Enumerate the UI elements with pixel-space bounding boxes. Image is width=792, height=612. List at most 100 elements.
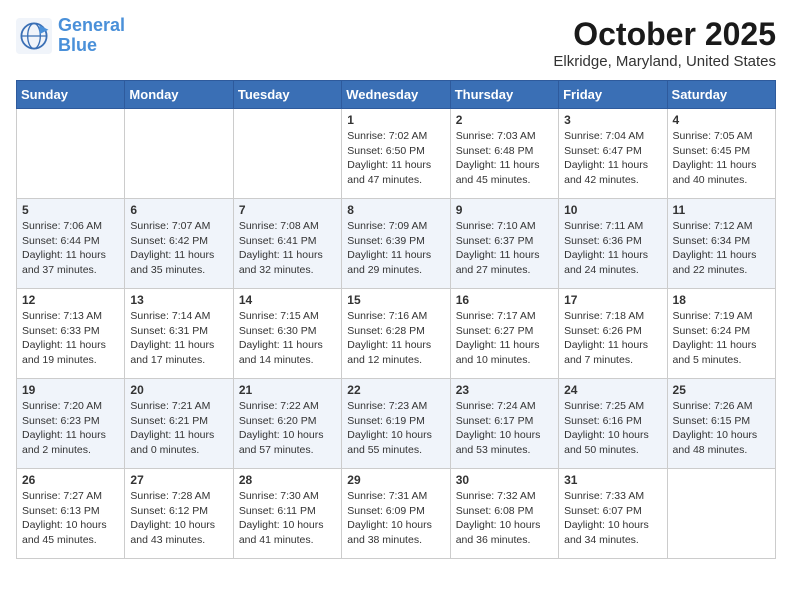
day-number: 9 [456, 203, 553, 217]
logo-text: General Blue [58, 16, 125, 56]
day-info: Sunrise: 7:16 AM Sunset: 6:28 PM Dayligh… [347, 309, 444, 368]
day-number: 22 [347, 383, 444, 397]
calendar-cell: 14 Sunrise: 7:15 AM Sunset: 6:30 PM Dayli… [233, 289, 341, 379]
calendar-cell: 27 Sunrise: 7:28 AM Sunset: 6:12 PM Dayli… [125, 469, 233, 559]
calendar-cell: 19 Sunrise: 7:20 AM Sunset: 6:23 PM Dayli… [17, 379, 125, 469]
day-number: 31 [564, 473, 661, 487]
day-info: Sunrise: 7:20 AM Sunset: 6:23 PM Dayligh… [22, 399, 119, 458]
day-number: 19 [22, 383, 119, 397]
day-number: 11 [673, 203, 770, 217]
calendar-cell: 11 Sunrise: 7:12 AM Sunset: 6:34 PM Dayli… [667, 199, 775, 289]
day-number: 21 [239, 383, 336, 397]
calendar-week-row: 19 Sunrise: 7:20 AM Sunset: 6:23 PM Dayli… [17, 379, 776, 469]
day-info: Sunrise: 7:33 AM Sunset: 6:07 PM Dayligh… [564, 489, 661, 548]
day-info: Sunrise: 7:04 AM Sunset: 6:47 PM Dayligh… [564, 129, 661, 188]
day-number: 2 [456, 113, 553, 127]
calendar-cell [17, 109, 125, 199]
day-info: Sunrise: 7:18 AM Sunset: 6:26 PM Dayligh… [564, 309, 661, 368]
calendar-cell: 16Sunrise: 7:17 AM Sunset: 6:27 PM Dayli… [450, 289, 558, 379]
day-number: 12 [22, 293, 119, 307]
calendar-cell: 7 Sunrise: 7:08 AM Sunset: 6:41 PM Daylig… [233, 199, 341, 289]
day-number: 18 [673, 293, 770, 307]
day-number: 5 [22, 203, 119, 217]
calendar-cell: 1Sunrise: 7:02 AM Sunset: 6:50 PM Daylig… [342, 109, 450, 199]
calendar-cell: 8Sunrise: 7:09 AM Sunset: 6:39 PM Daylig… [342, 199, 450, 289]
calendar-cell: 12 Sunrise: 7:13 AM Sunset: 6:33 PM Dayli… [17, 289, 125, 379]
day-info: Sunrise: 7:32 AM Sunset: 6:08 PM Dayligh… [456, 489, 553, 548]
day-info: Sunrise: 7:30 AM Sunset: 6:11 PM Dayligh… [239, 489, 336, 548]
calendar-week-row: 26 Sunrise: 7:27 AM Sunset: 6:13 PM Dayli… [17, 469, 776, 559]
page-header: General Blue October 2025 Elkridge, Mary… [16, 16, 776, 70]
day-number: 15 [347, 293, 444, 307]
day-number: 13 [130, 293, 227, 307]
calendar-cell: 29 Sunrise: 7:31 AM Sunset: 6:09 PM Dayli… [342, 469, 450, 559]
calendar-week-row: 5 Sunrise: 7:06 AM Sunset: 6:44 PM Daylig… [17, 199, 776, 289]
day-info: Sunrise: 7:27 AM Sunset: 6:13 PM Dayligh… [22, 489, 119, 548]
day-info: Sunrise: 7:24 AM Sunset: 6:17 PM Dayligh… [456, 399, 553, 458]
day-number: 26 [22, 473, 119, 487]
day-info: Sunrise: 7:14 AM Sunset: 6:31 PM Dayligh… [130, 309, 227, 368]
title-block: October 2025 Elkridge, Maryland, United … [553, 16, 776, 70]
day-number: 6 [130, 203, 227, 217]
weekday-header-row: SundayMondayTuesdayWednesdayThursdayFrid… [17, 81, 776, 109]
day-number: 7 [239, 203, 336, 217]
day-number: 23 [456, 383, 553, 397]
calendar-cell: 13 Sunrise: 7:14 AM Sunset: 6:31 PM Dayli… [125, 289, 233, 379]
day-info: Sunrise: 7:12 AM Sunset: 6:34 PM Dayligh… [673, 219, 770, 278]
day-info: Sunrise: 7:26 AM Sunset: 6:15 PM Dayligh… [673, 399, 770, 458]
day-number: 24 [564, 383, 661, 397]
calendar-cell: 31 Sunrise: 7:33 AM Sunset: 6:07 PM Dayli… [559, 469, 667, 559]
day-info: Sunrise: 7:31 AM Sunset: 6:09 PM Dayligh… [347, 489, 444, 548]
calendar: SundayMondayTuesdayWednesdayThursdayFrid… [16, 80, 776, 559]
weekday-header: Wednesday [342, 81, 450, 109]
calendar-cell: 4Sunrise: 7:05 AM Sunset: 6:45 PM Daylig… [667, 109, 775, 199]
day-info: Sunrise: 7:10 AM Sunset: 6:37 PM Dayligh… [456, 219, 553, 278]
weekday-header: Friday [559, 81, 667, 109]
day-number: 20 [130, 383, 227, 397]
calendar-cell: 18 Sunrise: 7:19 AM Sunset: 6:24 PM Dayli… [667, 289, 775, 379]
day-info: Sunrise: 7:21 AM Sunset: 6:21 PM Dayligh… [130, 399, 227, 458]
day-number: 29 [347, 473, 444, 487]
weekday-header: Monday [125, 81, 233, 109]
day-info: Sunrise: 7:15 AM Sunset: 6:30 PM Dayligh… [239, 309, 336, 368]
calendar-cell: 17 Sunrise: 7:18 AM Sunset: 6:26 PM Dayli… [559, 289, 667, 379]
day-number: 17 [564, 293, 661, 307]
calendar-cell: 10 Sunrise: 7:11 AM Sunset: 6:36 PM Dayli… [559, 199, 667, 289]
day-number: 27 [130, 473, 227, 487]
day-info: Sunrise: 7:08 AM Sunset: 6:41 PM Dayligh… [239, 219, 336, 278]
day-number: 10 [564, 203, 661, 217]
day-number: 14 [239, 293, 336, 307]
calendar-cell: 20 Sunrise: 7:21 AM Sunset: 6:21 PM Dayli… [125, 379, 233, 469]
weekday-header: Sunday [17, 81, 125, 109]
calendar-cell: 6 Sunrise: 7:07 AM Sunset: 6:42 PM Daylig… [125, 199, 233, 289]
day-info: Sunrise: 7:02 AM Sunset: 6:50 PM Dayligh… [347, 129, 444, 188]
calendar-cell: 24 Sunrise: 7:25 AM Sunset: 6:16 PM Dayli… [559, 379, 667, 469]
calendar-cell: 5 Sunrise: 7:06 AM Sunset: 6:44 PM Daylig… [17, 199, 125, 289]
logo: General Blue [16, 16, 125, 56]
day-info: Sunrise: 7:06 AM Sunset: 6:44 PM Dayligh… [22, 219, 119, 278]
day-number: 30 [456, 473, 553, 487]
day-info: Sunrise: 7:07 AM Sunset: 6:42 PM Dayligh… [130, 219, 227, 278]
logo-icon [16, 18, 52, 54]
calendar-cell: 9 Sunrise: 7:10 AM Sunset: 6:37 PM Daylig… [450, 199, 558, 289]
day-info: Sunrise: 7:13 AM Sunset: 6:33 PM Dayligh… [22, 309, 119, 368]
calendar-cell: 23 Sunrise: 7:24 AM Sunset: 6:17 PM Dayli… [450, 379, 558, 469]
day-number: 16 [456, 293, 553, 307]
day-info: Sunrise: 7:25 AM Sunset: 6:16 PM Dayligh… [564, 399, 661, 458]
day-info: Sunrise: 7:22 AM Sunset: 6:20 PM Dayligh… [239, 399, 336, 458]
calendar-cell [233, 109, 341, 199]
day-info: Sunrise: 7:11 AM Sunset: 6:36 PM Dayligh… [564, 219, 661, 278]
calendar-cell: 26 Sunrise: 7:27 AM Sunset: 6:13 PM Dayli… [17, 469, 125, 559]
day-info: Sunrise: 7:19 AM Sunset: 6:24 PM Dayligh… [673, 309, 770, 368]
calendar-week-row: 1Sunrise: 7:02 AM Sunset: 6:50 PM Daylig… [17, 109, 776, 199]
day-info: Sunrise: 7:28 AM Sunset: 6:12 PM Dayligh… [130, 489, 227, 548]
calendar-cell [667, 469, 775, 559]
calendar-week-row: 12 Sunrise: 7:13 AM Sunset: 6:33 PM Dayli… [17, 289, 776, 379]
location: Elkridge, Maryland, United States [553, 53, 776, 70]
calendar-cell [125, 109, 233, 199]
logo-line1: General [58, 15, 125, 35]
calendar-cell: 21 Sunrise: 7:22 AM Sunset: 6:20 PM Dayli… [233, 379, 341, 469]
weekday-header: Thursday [450, 81, 558, 109]
weekday-header: Saturday [667, 81, 775, 109]
day-info: Sunrise: 7:03 AM Sunset: 6:48 PM Dayligh… [456, 129, 553, 188]
